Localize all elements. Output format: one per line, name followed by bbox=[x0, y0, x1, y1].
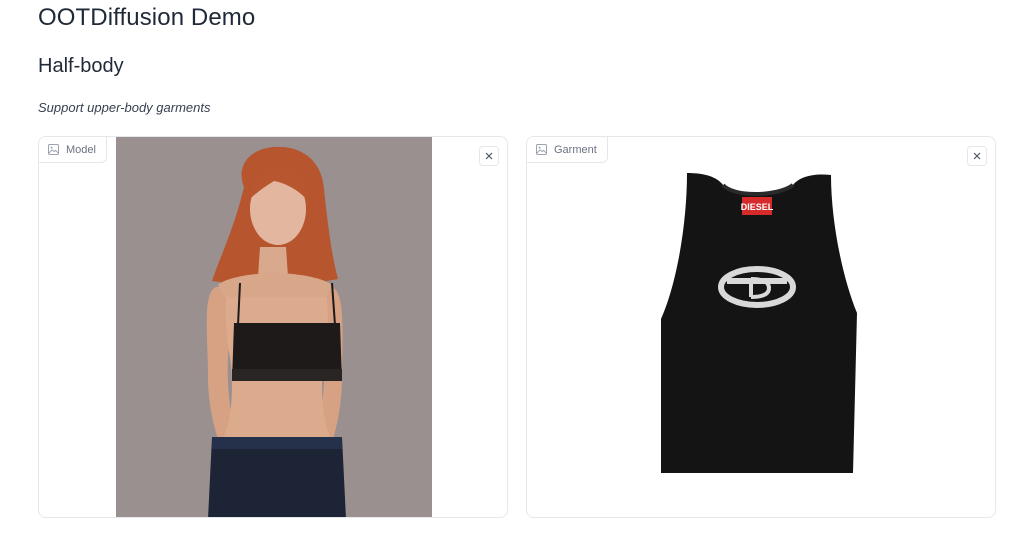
garment-label-tag: Garment bbox=[527, 137, 608, 163]
section-description: Support upper-body garments bbox=[38, 100, 211, 115]
close-icon bbox=[973, 152, 981, 160]
garment-photo: DIESEL bbox=[661, 173, 857, 473]
image-icon bbox=[536, 144, 547, 155]
model-photo bbox=[116, 137, 432, 517]
section-title: Half-body bbox=[38, 55, 124, 77]
close-icon bbox=[485, 152, 493, 160]
model-label-tag: Model bbox=[39, 137, 107, 163]
garment-image-input[interactable]: Garment DIESEL bbox=[526, 136, 996, 518]
model-image-input[interactable]: Model bbox=[38, 136, 508, 518]
image-icon bbox=[48, 144, 59, 155]
model-label: Model bbox=[66, 143, 96, 156]
garment-clear-button[interactable] bbox=[967, 146, 987, 166]
page-title: OOTDiffusion Demo bbox=[38, 4, 256, 31]
garment-label: Garment bbox=[554, 143, 597, 156]
model-clear-button[interactable] bbox=[479, 146, 499, 166]
demo-page: OOTDiffusion Demo Half-body Support uppe… bbox=[0, 0, 1032, 537]
brand-tag-text: DIESEL bbox=[741, 202, 774, 212]
